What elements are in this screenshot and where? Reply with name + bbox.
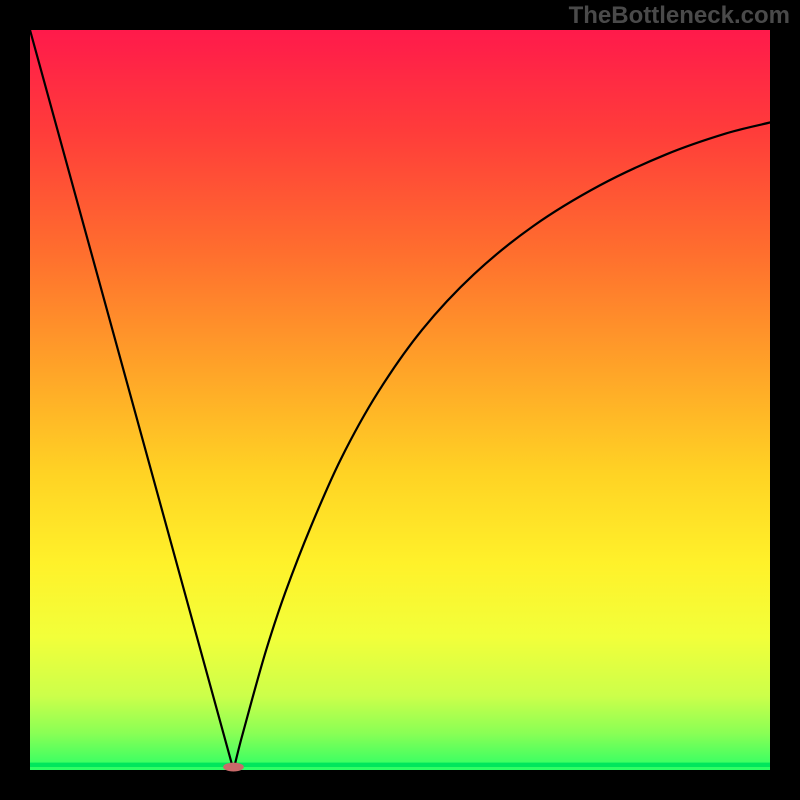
- watermark-text: TheBottleneck.com: [569, 2, 790, 30]
- chart-frame: TheBottleneck.com: [0, 0, 800, 800]
- gradient-background: [30, 30, 770, 770]
- vertex-marker: [223, 763, 244, 772]
- baseline-band: [30, 763, 770, 767]
- bottleneck-chart: [0, 0, 800, 800]
